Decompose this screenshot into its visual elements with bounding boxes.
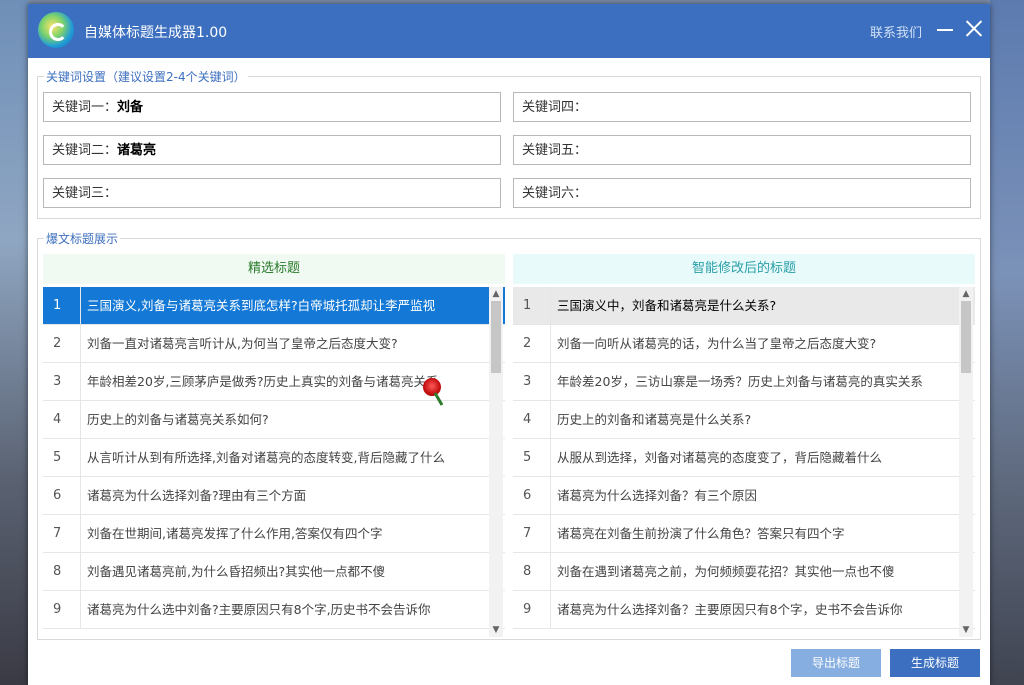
list-item[interactable]: 8 刘备遇见诸葛亮前,为什么昏招频出?其实他一点都不傻: [43, 553, 505, 591]
row-number: 5: [513, 439, 551, 476]
list-item[interactable]: 4 历史上的刘备与诸葛亮关系如何?: [43, 401, 505, 439]
list-item[interactable]: 7 刘备在世期间,诸葛亮发挥了什么作用,答案仅有四个字: [43, 515, 505, 553]
app-window: 自媒体标题生成器1.00 联系我们 关键词设置（建议设置2-4个关键词） 关键词…: [28, 4, 990, 685]
app-logo-icon: [38, 12, 74, 48]
row-number: 6: [43, 477, 81, 514]
minimize-icon[interactable]: [934, 18, 956, 40]
row-title: 从言听计从到有所选择,刘备对诸葛亮的态度转变,背后隐藏了什么: [87, 450, 445, 465]
list-item[interactable]: 7 诸葛亮在刘备生前扮演了什么角色？答案只有四个字: [513, 515, 975, 553]
row-title: 刘备遇见诸葛亮前,为什么昏招频出?其实他一点都不傻: [87, 564, 386, 579]
desktop-background-right: [990, 0, 1024, 685]
list-item[interactable]: 9 诸葛亮为什么选中刘备?主要原因只有8个字,历史书不会告诉你: [43, 591, 505, 629]
selected-titles-list: 1 三国演义,刘备与诸葛亮关系到底怎样?白帝城托孤却让李严监视 2 刘备一直对诸葛亮…: [43, 287, 505, 637]
contact-us-link[interactable]: 联系我们: [870, 22, 922, 41]
list-item[interactable]: 4 历史上的刘备和诸葛亮是什么关系?: [513, 401, 975, 439]
list-item[interactable]: 9 诸葛亮为什么选择刘备？主要原因只有8个字，史书不会告诉你: [513, 591, 975, 629]
selected-titles-header: 精选标题: [43, 254, 505, 284]
keyword-settings-legend: 关键词设置（建议设置2-4个关键词）: [46, 70, 246, 84]
row-title: 刘备在世期间,诸葛亮发挥了什么作用,答案仅有四个字: [87, 526, 383, 541]
row-number: 4: [513, 401, 551, 438]
row-number: 1: [43, 287, 81, 324]
app-title: 自媒体标题生成器1.00: [84, 25, 228, 41]
list-item[interactable]: 5 从言听计从到有所选择,刘备对诸葛亮的态度转变,背后隐藏了什么: [43, 439, 505, 477]
keyword-label: 关键词六：: [522, 186, 588, 201]
selected-titles-scrollbar[interactable]: ▲ ▼: [489, 287, 503, 637]
row-title: 诸葛亮为什么选择刘备？有三个原因: [557, 488, 758, 503]
scroll-down-icon[interactable]: ▼: [959, 624, 973, 636]
scroll-down-icon[interactable]: ▼: [489, 624, 503, 636]
keyword-field-3[interactable]: 关键词三：: [43, 178, 501, 208]
title-bar[interactable]: 自媒体标题生成器1.00 联系我们: [28, 4, 990, 58]
list-item[interactable]: 1 三国演义中，刘备和诸葛亮是什么关系?: [513, 287, 975, 325]
row-number: 9: [43, 591, 81, 628]
row-title: 刘备在遇到诸葛亮之前，为何频频耍花招？其实他一点也不傻: [557, 564, 895, 579]
keyword-field-5[interactable]: 关键词五：: [513, 135, 971, 165]
keyword-label: 关键词一：: [52, 100, 118, 115]
keyword-field-2[interactable]: 关键词二：诸葛亮: [43, 135, 501, 165]
row-number: 7: [43, 515, 81, 552]
row-title: 刘备一直对诸葛亮言听计从,为何当了皇帝之后态度大变?: [87, 336, 398, 351]
row-title: 历史上的刘备和诸葛亮是什么关系?: [557, 412, 752, 427]
row-number: 2: [513, 325, 551, 362]
row-number: 7: [513, 515, 551, 552]
row-number: 9: [513, 591, 551, 628]
keyword-value: 刘备: [117, 100, 144, 115]
modified-titles-list: 1 三国演义中，刘备和诸葛亮是什么关系? 2 刘备一向听从诸葛亮的话，为什么当了皇帝…: [513, 287, 975, 637]
desktop-background-left: [0, 0, 28, 685]
keyword-field-1[interactable]: 关键词一：刘备: [43, 92, 501, 122]
list-item[interactable]: 6 诸葛亮为什么选择刘备?理由有三个方面: [43, 477, 505, 515]
keyword-label: 关键词三：: [52, 186, 118, 201]
row-title: 诸葛亮为什么选中刘备?主要原因只有8个字,历史书不会告诉你: [87, 602, 431, 617]
row-title: 年龄相差20岁,三顾茅庐是做秀?历史上真实的刘备与诸葛亮关系: [87, 374, 439, 389]
row-number: 8: [513, 553, 551, 590]
close-icon[interactable]: [963, 17, 985, 39]
list-item[interactable]: 2 刘备一向听从诸葛亮的话，为什么当了皇帝之后态度大变?: [513, 325, 975, 363]
row-number: 4: [43, 401, 81, 438]
row-number: 8: [43, 553, 81, 590]
list-item[interactable]: 8 刘备在遇到诸葛亮之前，为何频频耍花招？其实他一点也不傻: [513, 553, 975, 591]
keyword-label: 关键词四：: [522, 100, 588, 115]
list-item[interactable]: 1 三国演义,刘备与诸葛亮关系到底怎样?白帝城托孤却让李严监视: [43, 287, 505, 325]
hot-titles-legend: 爆文标题展示: [46, 232, 119, 246]
keyword-field-6[interactable]: 关键词六：: [513, 178, 971, 208]
scroll-thumb[interactable]: [961, 301, 971, 373]
export-titles-button[interactable]: 导出标题: [791, 649, 881, 677]
modified-titles-scrollbar[interactable]: ▲ ▼: [959, 287, 973, 637]
row-number: 1: [513, 287, 551, 324]
row-number: 3: [43, 363, 81, 400]
row-number: 2: [43, 325, 81, 362]
rose-cursor-icon: [423, 378, 441, 396]
keyword-field-4[interactable]: 关键词四：: [513, 92, 971, 122]
list-item[interactable]: 6 诸葛亮为什么选择刘备？有三个原因: [513, 477, 975, 515]
row-title: 年龄差20岁，三访山寨是一场秀？历史上刘备与诸葛亮的真实关系: [557, 374, 923, 389]
row-number: 3: [513, 363, 551, 400]
row-title: 诸葛亮为什么选择刘备？主要原因只有8个字，史书不会告诉你: [557, 602, 903, 617]
keyword-label: 关键词二：: [52, 143, 118, 158]
row-title: 三国演义中，刘备和诸葛亮是什么关系?: [557, 298, 777, 313]
scroll-up-icon[interactable]: ▲: [959, 288, 973, 300]
list-item[interactable]: 5 从服从到选择，刘备对诸葛亮的态度变了，背后隐藏着什么: [513, 439, 975, 477]
row-title: 诸葛亮在刘备生前扮演了什么角色？答案只有四个字: [557, 526, 845, 541]
row-title: 历史上的刘备与诸葛亮关系如何?: [87, 412, 269, 427]
scroll-thumb[interactable]: [491, 301, 501, 373]
row-title: 三国演义,刘备与诸葛亮关系到底怎样?白帝城托孤却让李严监视: [87, 298, 436, 313]
generate-titles-button[interactable]: 生成标题: [890, 649, 980, 677]
modified-titles-header: 智能修改后的标题: [513, 254, 975, 284]
row-title: 刘备一向听从诸葛亮的话，为什么当了皇帝之后态度大变?: [557, 336, 877, 351]
list-item[interactable]: 2 刘备一直对诸葛亮言听计从,为何当了皇帝之后态度大变?: [43, 325, 505, 363]
row-title: 诸葛亮为什么选择刘备?理由有三个方面: [87, 488, 307, 503]
row-title: 从服从到选择，刘备对诸葛亮的态度变了，背后隐藏着什么: [557, 450, 883, 465]
row-number: 6: [513, 477, 551, 514]
scroll-up-icon[interactable]: ▲: [489, 288, 503, 300]
keyword-value: 诸葛亮: [117, 143, 157, 158]
keyword-label: 关键词五：: [522, 143, 588, 158]
row-number: 5: [43, 439, 81, 476]
list-item[interactable]: 3 年龄差20岁，三访山寨是一场秀？历史上刘备与诸葛亮的真实关系: [513, 363, 975, 401]
